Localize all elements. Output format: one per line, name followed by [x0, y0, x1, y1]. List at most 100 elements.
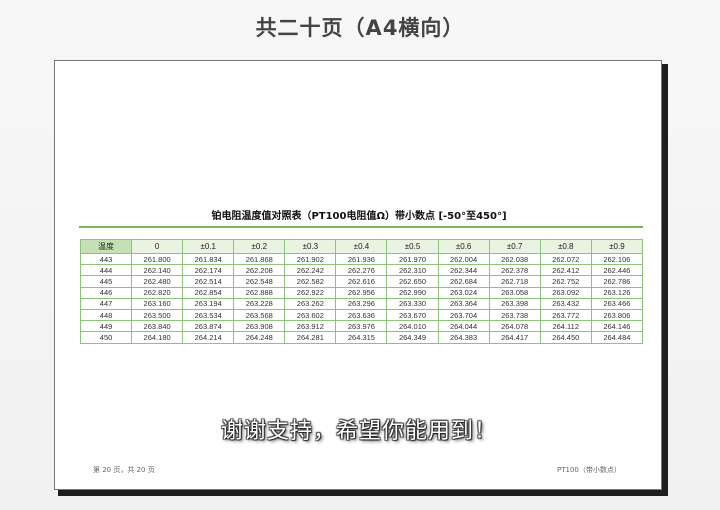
resistance-cell: 263.908: [233, 320, 286, 333]
resistance-cell: 262.378: [488, 264, 541, 277]
resistance-cell: 264.248: [233, 331, 286, 344]
resistance-cell: 262.480: [131, 275, 184, 288]
resistance-cell: 262.616: [335, 275, 388, 288]
resistance-cell: 264.484: [590, 331, 644, 344]
resistance-cell: 263.194: [182, 297, 235, 310]
temperature-cell: 449: [79, 320, 133, 333]
resistance-cell: 262.718: [488, 275, 541, 288]
resistance-cell: 263.704: [437, 308, 490, 322]
resistance-cell: 262.786: [590, 275, 644, 288]
resistance-cell: 262.990: [386, 286, 439, 299]
resistance-cell: 262.582: [284, 275, 337, 288]
resistance-cell: 262.752: [539, 275, 592, 288]
resistance-cell: 264.146: [590, 320, 644, 333]
title-divider: [79, 226, 643, 228]
resistance-cell: 262.854: [182, 286, 235, 299]
table-body: 443 261.800 261.834 261.868 261.902 261.936 26…: [79, 252, 644, 344]
resistance-cell: 264.281: [284, 331, 337, 344]
resistance-cell: 262.344: [437, 264, 490, 277]
resistance-cell: 263.262: [284, 297, 337, 310]
resistance-cell: 263.534: [182, 308, 235, 322]
table-row: 446 262.820 262.854 262.888 262.922 262.956 26…: [79, 286, 644, 299]
table-row: 444 262.140 262.174 262.208 262.242 262.276 26…: [79, 264, 644, 277]
resistance-cell: 263.058: [488, 286, 541, 299]
resistance-cell: 263.806: [590, 308, 644, 322]
resistance-cell: 263.126: [590, 286, 644, 299]
resistance-cell: 263.874: [182, 320, 235, 333]
resistance-cell: 262.650: [386, 275, 439, 288]
resistance-cell: 263.670: [386, 308, 439, 322]
column-header: ±0.3: [284, 239, 337, 254]
resistance-cell: 263.296: [335, 297, 388, 310]
resistance-cell: 262.412: [539, 264, 592, 277]
table-row: 450 264.180 264.214 264.248 264.281 264.315 26…: [79, 331, 644, 344]
resistance-cell: 264.112: [539, 320, 592, 333]
resistance-cell: 263.330: [386, 297, 439, 310]
resistance-table: 温度 0 ±0.1 ±0.2 ±0.3 ±0.4 ±0.5 ±0.6 ±0.7 ±0.8 ±0.9 …: [79, 239, 644, 344]
resistance-cell: 261.800: [131, 252, 184, 266]
resistance-cell: 262.514: [182, 275, 235, 288]
resistance-cell: 264.044: [437, 320, 490, 333]
resistance-cell: 261.868: [233, 252, 286, 266]
resistance-cell: 264.349: [386, 331, 439, 344]
resistance-cell: 264.383: [437, 331, 490, 344]
table-row: 443 261.800 261.834 261.868 261.902 261.936 26…: [79, 252, 644, 266]
footer-page-info: 第 20 页，共 20 页: [93, 466, 155, 474]
resistance-cell: 264.078: [488, 320, 541, 333]
table-row: 445 262.480 262.514 262.548 262.582 262.616 26…: [79, 275, 644, 288]
column-header: ±0.4: [335, 239, 388, 254]
footer-doc-label: PT100（带小数点）: [557, 466, 621, 474]
resistance-cell: 262.956: [335, 286, 388, 299]
resistance-cell: 262.922: [284, 286, 337, 299]
column-header: ±0.5: [386, 239, 439, 254]
resistance-cell: 263.568: [233, 308, 286, 322]
column-header: ±0.6: [437, 239, 490, 254]
resistance-cell: 262.174: [182, 264, 235, 277]
resistance-cell: 262.038: [488, 252, 541, 266]
resistance-cell: 261.970: [386, 252, 439, 266]
resistance-cell: 263.432: [539, 297, 592, 310]
resistance-cell: 263.738: [488, 308, 541, 322]
resistance-cell: 262.888: [233, 286, 286, 299]
resistance-cell: 262.684: [437, 275, 490, 288]
temperature-cell: 450: [79, 331, 133, 344]
resistance-cell: 263.772: [539, 308, 592, 322]
resistance-cell: 262.208: [233, 264, 286, 277]
resistance-cell: 263.228: [233, 297, 286, 310]
column-header: ±0.2: [233, 239, 286, 254]
resistance-cell: 263.466: [590, 297, 644, 310]
column-header-temperature: 温度: [79, 239, 133, 254]
temperature-cell: 443: [79, 252, 133, 266]
column-header: ±0.1: [182, 239, 235, 254]
resistance-cell: 264.315: [335, 331, 388, 344]
resistance-cell: 261.834: [182, 252, 235, 266]
table-row: 449 263.840 263.874 263.908 263.912 263.976 26…: [79, 320, 644, 333]
resistance-cell: 263.500: [131, 308, 184, 322]
resistance-cell: 262.140: [131, 264, 184, 277]
resistance-cell: 262.242: [284, 264, 337, 277]
resistance-cell: 264.214: [182, 331, 235, 344]
table-row: 447 263.160 263.194 263.228 263.262 263.296 26…: [79, 297, 644, 310]
resistance-cell: 263.840: [131, 320, 184, 333]
temperature-cell: 444: [79, 264, 133, 277]
resistance-cell: 262.004: [437, 252, 490, 266]
resistance-cell: 261.902: [284, 252, 337, 266]
document-page: 铂电阻温度值对照表（PT100电阻值Ω）带小数点 [-50°至450°] 温度 0…: [54, 60, 662, 490]
resistance-cell: 264.450: [539, 331, 592, 344]
resistance-cell: 263.636: [335, 308, 388, 322]
resistance-cell: 264.417: [488, 331, 541, 344]
table-row: 448 263.500 263.534 263.568 263.602 263.636 26…: [79, 308, 644, 322]
table-header-row: 温度 0 ±0.1 ±0.2 ±0.3 ±0.4 ±0.5 ±0.6 ±0.7 ±0.8 ±0.9: [79, 239, 644, 254]
column-header: ±0.8: [539, 239, 592, 254]
temperature-cell: 448: [79, 308, 133, 322]
resistance-cell: 263.912: [284, 320, 337, 333]
resistance-cell: 262.106: [590, 252, 644, 266]
document-title: 铂电阻温度值对照表（PT100电阻值Ω）带小数点 [-50°至450°]: [211, 211, 507, 222]
resistance-cell: 262.072: [539, 252, 592, 266]
resistance-cell: 263.092: [539, 286, 592, 299]
column-header: ±0.7: [488, 239, 541, 254]
temperature-cell: 447: [79, 297, 133, 310]
thanks-overlay-text: 谢谢支持，希望你能用到！: [220, 419, 497, 444]
resistance-cell: 263.024: [437, 286, 490, 299]
resistance-cell: 262.310: [386, 264, 439, 277]
